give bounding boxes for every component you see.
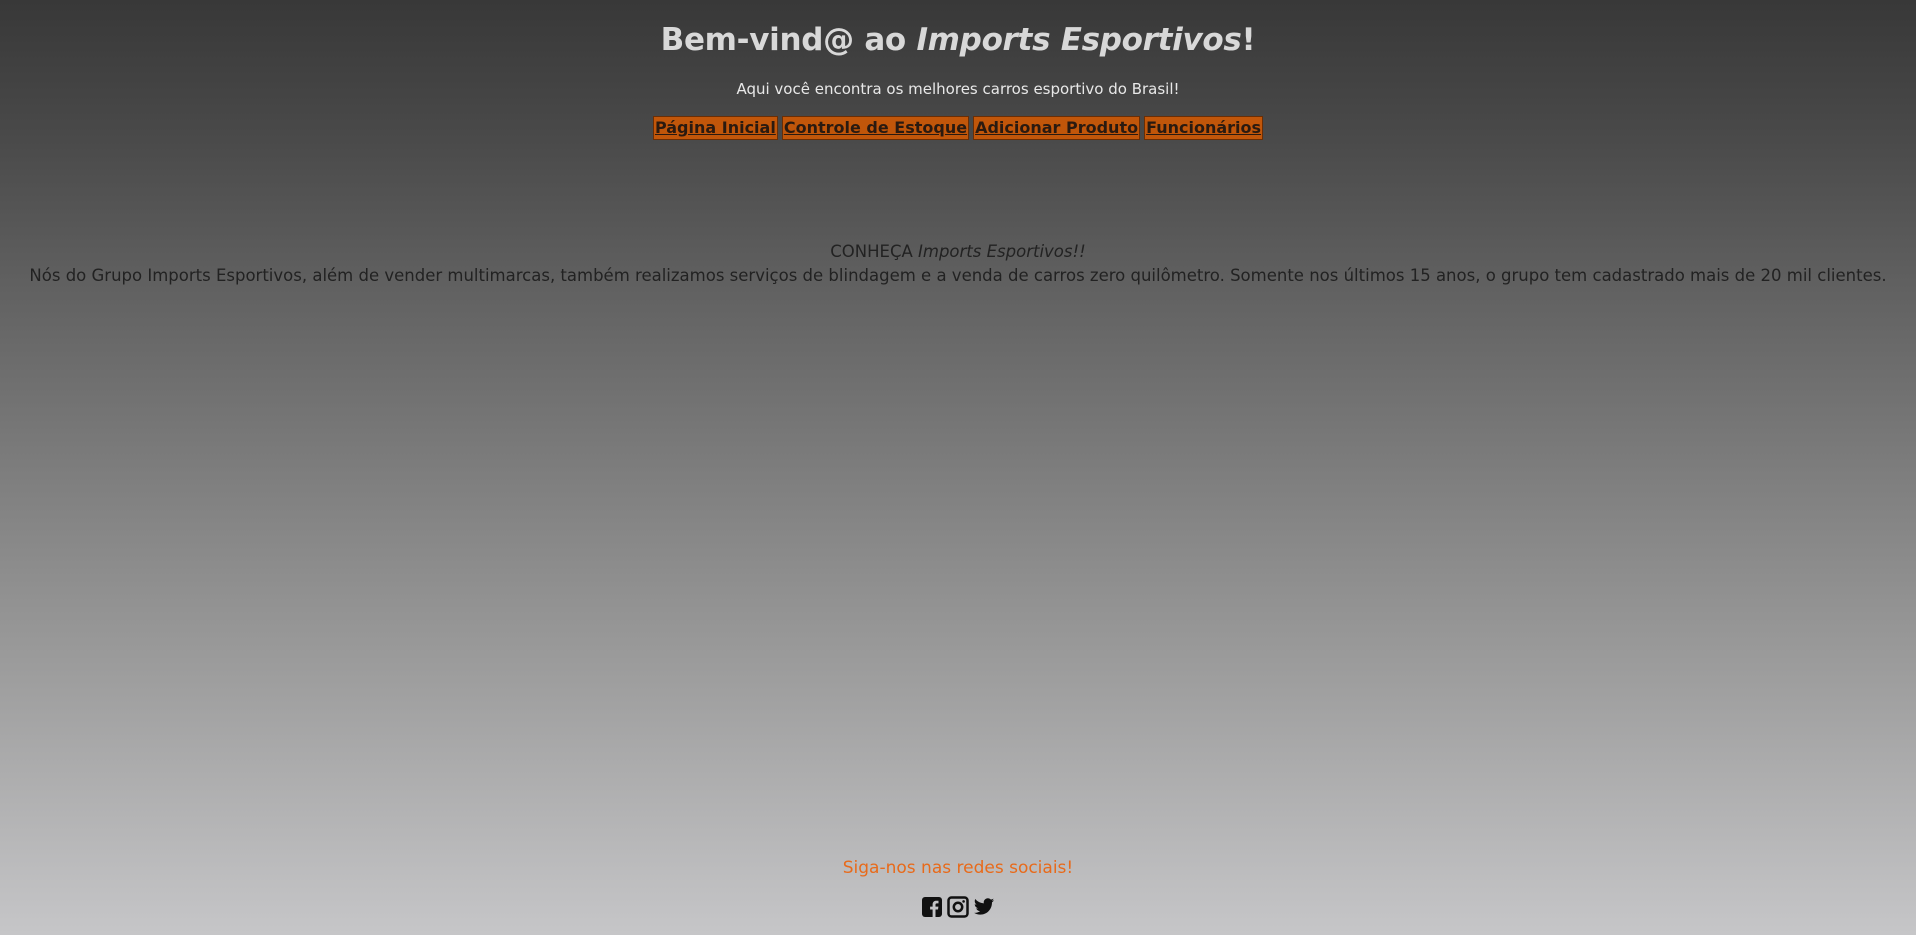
nav-link-pagina-inicial[interactable]: Página Inicial xyxy=(652,116,778,140)
page-header: Bem-vind@ ao Imports Esportivos! Aqui vo… xyxy=(0,0,1916,140)
about-heading: CONHEÇA Imports Esportivos!! xyxy=(0,240,1916,264)
social-links xyxy=(0,896,1916,918)
instagram-icon[interactable] xyxy=(947,896,969,918)
nav-link-funcionarios[interactable]: Funcionários xyxy=(1144,116,1264,140)
title-suffix: ! xyxy=(1241,22,1256,58)
about-section: CONHEÇA Imports Esportivos!! Nós do Grup… xyxy=(0,240,1916,288)
about-body: Nós do Grupo Imports Esportivos, além de… xyxy=(29,266,1887,285)
twitter-icon[interactable] xyxy=(973,896,995,918)
title-brand: Imports Esportivos xyxy=(916,22,1242,58)
facebook-icon[interactable] xyxy=(921,896,943,918)
page-title: Bem-vind@ ao Imports Esportivos! xyxy=(0,22,1916,58)
about-heading-prefix: CONHEÇA xyxy=(830,242,919,261)
title-prefix: Bem-vind@ ao xyxy=(660,22,917,58)
page-subtitle: Aqui você encontra os melhores carros es… xyxy=(736,80,1180,98)
page-footer: Siga-nos nas redes sociais! xyxy=(0,858,1916,918)
follow-text: Siga-nos nas redes sociais! xyxy=(842,858,1074,878)
nav-link-controle-estoque[interactable]: Controle de Estoque xyxy=(781,116,970,140)
nav-link-adicionar-produto[interactable]: Adicionar Produto xyxy=(973,116,1141,140)
about-heading-brand: Imports Esportivos!! xyxy=(918,242,1086,261)
main-nav: Página Inicial Controle de Estoque Adici… xyxy=(0,116,1916,140)
